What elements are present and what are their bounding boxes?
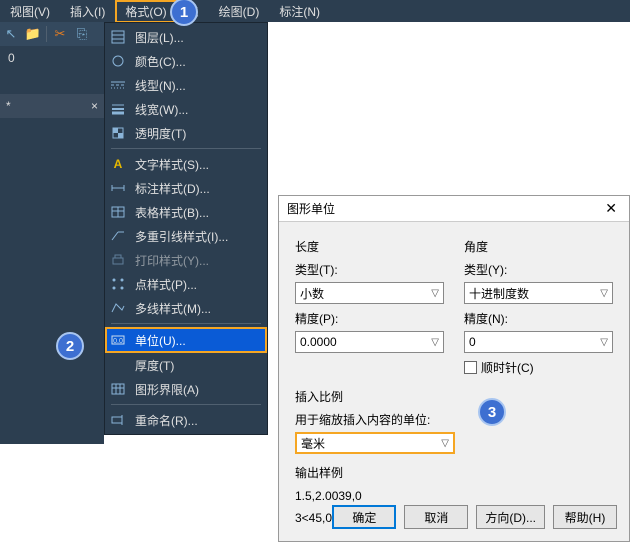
tool-copy-icon[interactable]: ⎘ [71,24,93,44]
dd-dimstyle[interactable]: 标注样式(D)... [105,176,267,200]
chevron-down-icon: ▽ [431,288,439,299]
dd-textstyle[interactable]: A文字样式(S)... [105,152,267,176]
dd-rename[interactable]: 重命名(R)... [105,408,267,432]
chevron-down-icon: ▽ [600,337,608,348]
cancel-button[interactable]: 取消 [404,505,468,529]
linetype-icon [109,76,127,94]
dd-linetype[interactable]: 线型(N)... [105,73,267,97]
callout-3: 3 [478,398,506,426]
dd-limits[interactable]: 图形界限(A) [105,377,267,401]
dd-separator [111,404,261,405]
length-type-select[interactable]: 小数▽ [295,282,444,304]
clockwise-checkbox[interactable]: 顺时针(C) [464,359,613,376]
dd-color[interactable]: 颜色(C)... [105,49,267,73]
chevron-down-icon: ▽ [600,288,608,299]
limits-icon [109,380,127,398]
sample-line1: 1.5,2.0039,0 [295,489,613,503]
layers-icon [109,28,127,46]
length-precision-select[interactable]: 0.0000▽ [295,331,444,353]
chevron-down-icon: ▽ [431,337,439,348]
left-panel: 0 * × [0,46,104,444]
dd-separator [111,148,261,149]
dialog-title: 图形单位 [287,200,335,217]
dd-lineweight[interactable]: 线宽(W)... [105,97,267,121]
close-icon[interactable]: ✕ [601,200,621,217]
left-zero: 0 [8,51,15,65]
table-icon [109,203,127,221]
angle-precision-select[interactable]: 0▽ [464,331,613,353]
format-dropdown: 图层(L)... 颜色(C)... 线型(N)... 线宽(W)... 透明度(… [104,22,268,435]
length-label: 长度 [295,238,444,255]
ok-button[interactable]: 确定 [332,505,396,529]
tool-cut-icon[interactable]: ✂ [49,24,71,44]
left-star: * [6,99,11,113]
angle-type-select[interactable]: 十进制度数▽ [464,282,613,304]
dd-mleaderstyle[interactable]: 多重引线样式(I)... [105,224,267,248]
angle-precision-label: 精度(N): [464,310,613,327]
dimstyle-icon [109,179,127,197]
dd-separator [111,323,261,324]
angle-label: 角度 [464,238,613,255]
length-precision-label: 精度(P): [295,310,444,327]
menu-draw[interactable]: 绘图(D) [209,0,270,23]
mleader-icon [109,227,127,245]
point-icon [109,275,127,293]
menu-dimension[interactable]: 标注(N) [269,0,330,23]
dd-transparency[interactable]: 透明度(T) [105,121,267,145]
menu-view[interactable]: 视图(V) [0,0,60,23]
tool-cursor-icon[interactable]: ↖ [0,24,22,44]
dd-pointstyle[interactable]: 点样式(P)... [105,272,267,296]
menu-insert[interactable]: 插入(I) [60,0,115,23]
menubar: 视图(V) 插入(I) 格式(O) 工 绘图(D) 标注(N) [0,0,630,22]
thickness-icon [109,356,127,374]
insert-scale-label: 插入比例 [295,388,613,405]
dd-units[interactable]: 0.0单位(U)... [105,327,267,353]
transparency-icon [109,124,127,142]
rename-icon [109,411,127,429]
dd-mlinestyle[interactable]: 多线样式(M)... [105,296,267,320]
sample-label: 输出样例 [295,464,613,481]
menu-format[interactable]: 格式(O) [115,0,176,23]
dialog-titlebar: 图形单位 ✕ [279,196,629,222]
print-icon [109,251,127,269]
palette-icon [109,52,127,70]
toolbar: ↖ 📁 ✂ ⎘ [0,22,104,46]
callout-2: 2 [56,332,84,360]
checkbox-icon [464,361,477,374]
dd-layers[interactable]: 图层(L)... [105,25,267,49]
help-button[interactable]: 帮助(H) [553,505,617,529]
mline-icon [109,299,127,317]
units-icon: 0.0 [109,331,127,349]
dd-printstyle[interactable]: 打印样式(Y)... [105,248,267,272]
dd-tablestyle[interactable]: 表格样式(B)... [105,200,267,224]
units-dialog: 图形单位 ✕ 长度 类型(T): 小数▽ 精度(P): 0.0000▽ 角度 类… [278,195,630,542]
direction-button[interactable]: 方向(D)... [476,505,545,529]
text-icon: A [109,155,127,173]
insert-scale-select[interactable]: 毫米▽ [295,432,455,454]
svg-text:0.0: 0.0 [113,338,123,345]
lineweight-icon [109,100,127,118]
tool-folder-icon[interactable]: 📁 [22,24,44,44]
length-type-label: 类型(T): [295,261,444,278]
angle-type-label: 类型(Y): [464,261,613,278]
left-close-icon[interactable]: × [91,99,98,113]
chevron-down-icon: ▽ [441,438,449,449]
insert-scale-desc: 用于缩放插入内容的单位: [295,411,613,428]
dd-thickness[interactable]: 厚度(T) [105,353,267,377]
